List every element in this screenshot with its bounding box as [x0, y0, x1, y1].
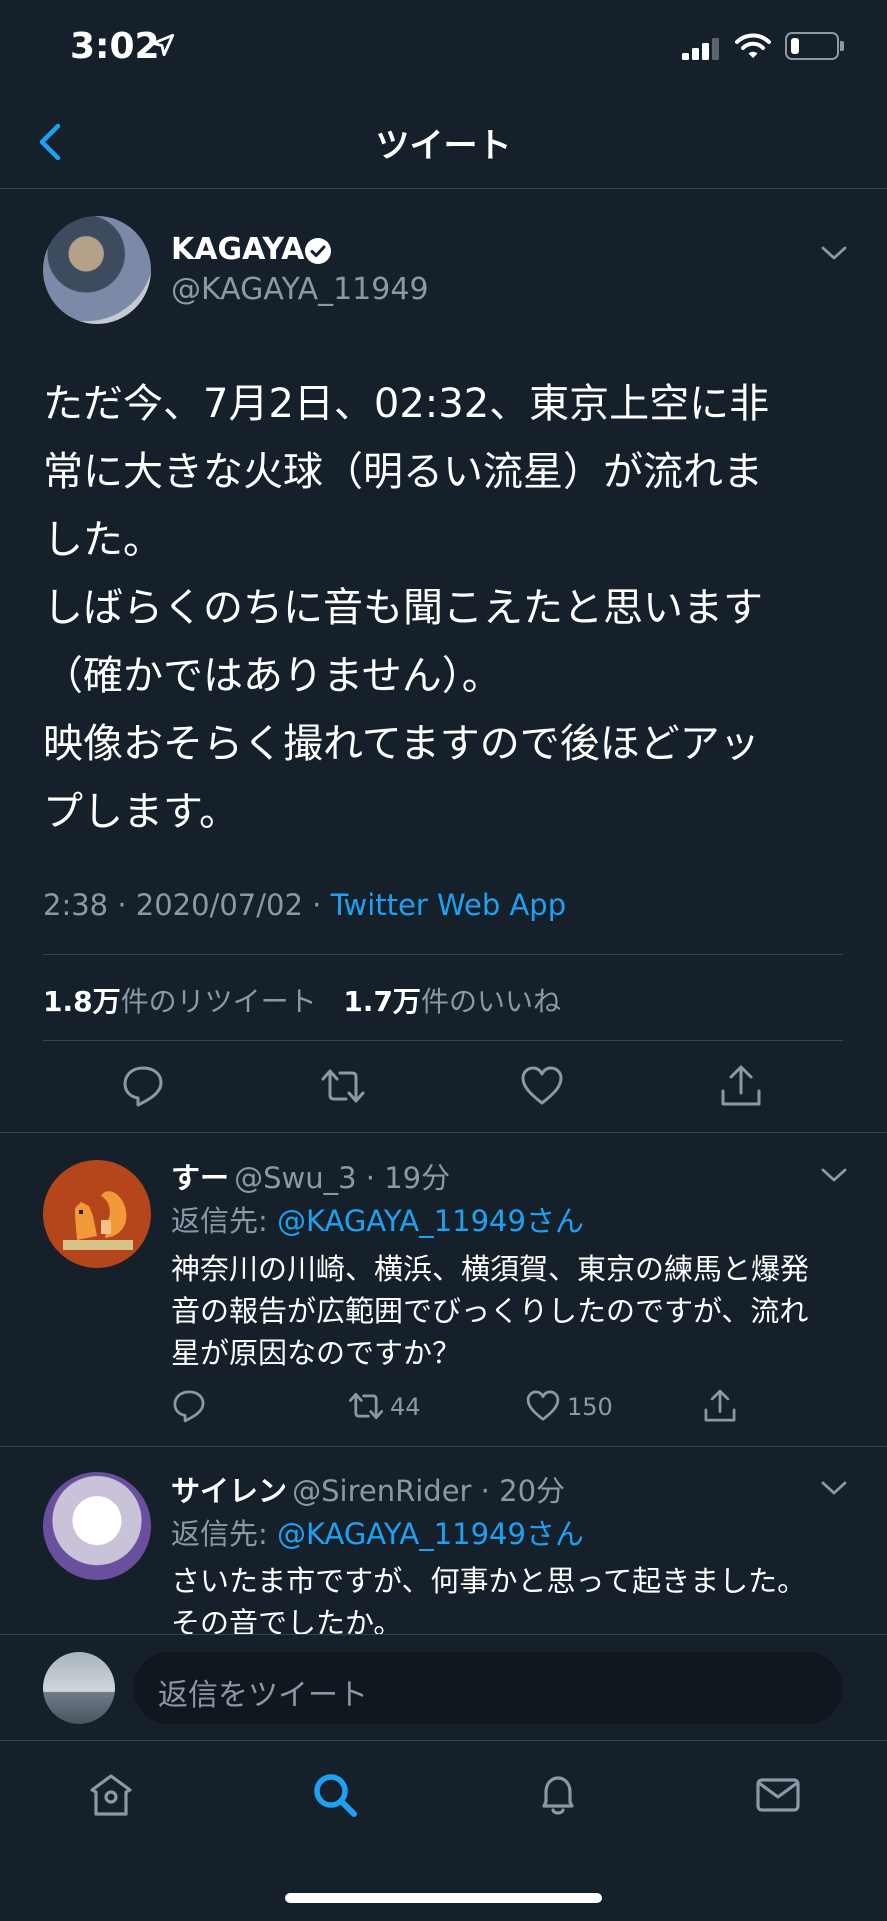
status-time: 3:02 — [70, 26, 160, 67]
author-avatar[interactable] — [43, 216, 151, 324]
squirrel-icon — [63, 1191, 133, 1250]
reply-text: さいたま市ですが、何事かと思って起きました。 その音でしたか。 — [171, 1564, 807, 1640]
divider — [0, 1446, 887, 1447]
retweets-stat[interactable]: 1.8万件のリツイート — [43, 985, 317, 1018]
battery-icon — [785, 32, 844, 60]
tweet-timestamp: 2:38 · 2020/07/02 · — [43, 888, 331, 922]
share-icon[interactable] — [718, 1063, 764, 1109]
tweet-meta: 2:38 · 2020/07/02 · Twitter Web App — [43, 888, 566, 922]
reply-avatar[interactable] — [43, 1472, 151, 1580]
replying-to: 返信先: @KAGAYA_11949さん — [171, 1511, 584, 1553]
reply-text: 神奈川の川崎、横浜、横須賀、東京の練馬と爆発 音の報告が広範囲でびっくりしたので… — [171, 1252, 810, 1370]
reply-input-placeholder: 返信をツイート — [158, 1678, 368, 1713]
reply-avatar[interactable] — [43, 1160, 151, 1268]
retweet-icon[interactable] — [320, 1063, 366, 1109]
retweet-label: 件のリツイート — [120, 985, 317, 1018]
replying-to: 返信先: @KAGAYA_11949さん — [171, 1198, 584, 1240]
cellular-signal-icon — [682, 38, 719, 60]
page-title: ツイート — [375, 126, 512, 166]
mail-icon[interactable] — [753, 1770, 803, 1820]
like-label: 件のいいね — [420, 985, 561, 1018]
reply-author-name[interactable]: サイレン — [171, 1474, 287, 1508]
reply-like-count: 150 — [567, 1393, 613, 1421]
chevron-down-icon[interactable] — [820, 1166, 848, 1184]
share-icon[interactable] — [702, 1388, 738, 1424]
chevron-down-icon[interactable] — [820, 244, 848, 262]
user-avatar[interactable] — [43, 1652, 115, 1724]
heart-icon[interactable] — [525, 1388, 561, 1424]
author-handle[interactable]: @KAGAYA_11949 — [171, 272, 429, 307]
reply-author-name[interactable]: すー — [171, 1161, 229, 1195]
like-count: 1.7万 — [343, 985, 421, 1018]
tweet-text: ただ今、7月2日、02:32、東京上空に非 常に大きな火球（明るい流星）が流れま… — [43, 381, 770, 835]
home-icon[interactable] — [86, 1770, 136, 1820]
location-arrow-icon — [151, 33, 175, 57]
battery-level — [791, 38, 799, 54]
reply-header: サイレン @SirenRider · 20分 — [171, 1468, 565, 1510]
reply-icon[interactable] — [120, 1063, 166, 1109]
divider — [0, 1132, 887, 1133]
verified-badge-icon — [305, 238, 331, 264]
reply-icon[interactable] — [171, 1388, 207, 1424]
retweet-icon[interactable] — [348, 1388, 384, 1424]
retweet-count: 1.8万 — [43, 985, 121, 1018]
search-icon[interactable] — [310, 1770, 360, 1820]
likes-stat[interactable]: 1.7万件のいいね — [343, 985, 561, 1018]
reply-header: すー @Swu_3 · 19分 — [171, 1155, 450, 1197]
replying-to-label: 返信先: — [171, 1204, 277, 1238]
home-indicator[interactable] — [285, 1893, 602, 1903]
divider — [43, 954, 843, 955]
tweet-source-link[interactable]: Twitter Web App — [331, 888, 567, 922]
wifi-icon — [735, 33, 771, 58]
divider — [43, 1040, 843, 1041]
bell-icon[interactable] — [533, 1770, 583, 1820]
replying-to-mention[interactable]: @KAGAYA_11949さん — [277, 1204, 584, 1238]
replying-to-mention[interactable]: @KAGAYA_11949さん — [277, 1517, 584, 1551]
author-name[interactable]: KAGAYA — [171, 232, 305, 267]
reply-retweet-count: 44 — [390, 1393, 421, 1421]
tweet-stats: 1.8万件のリツイート 1.7万件のいいね — [43, 980, 561, 1020]
reply-author-handle[interactable]: @Swu_3 · 19分 — [234, 1161, 450, 1195]
replying-to-label: 返信先: — [171, 1517, 277, 1551]
reply-author-handle[interactable]: @SirenRider · 20分 — [292, 1474, 565, 1508]
heart-icon[interactable] — [519, 1063, 565, 1109]
chevron-down-icon[interactable] — [820, 1479, 848, 1497]
